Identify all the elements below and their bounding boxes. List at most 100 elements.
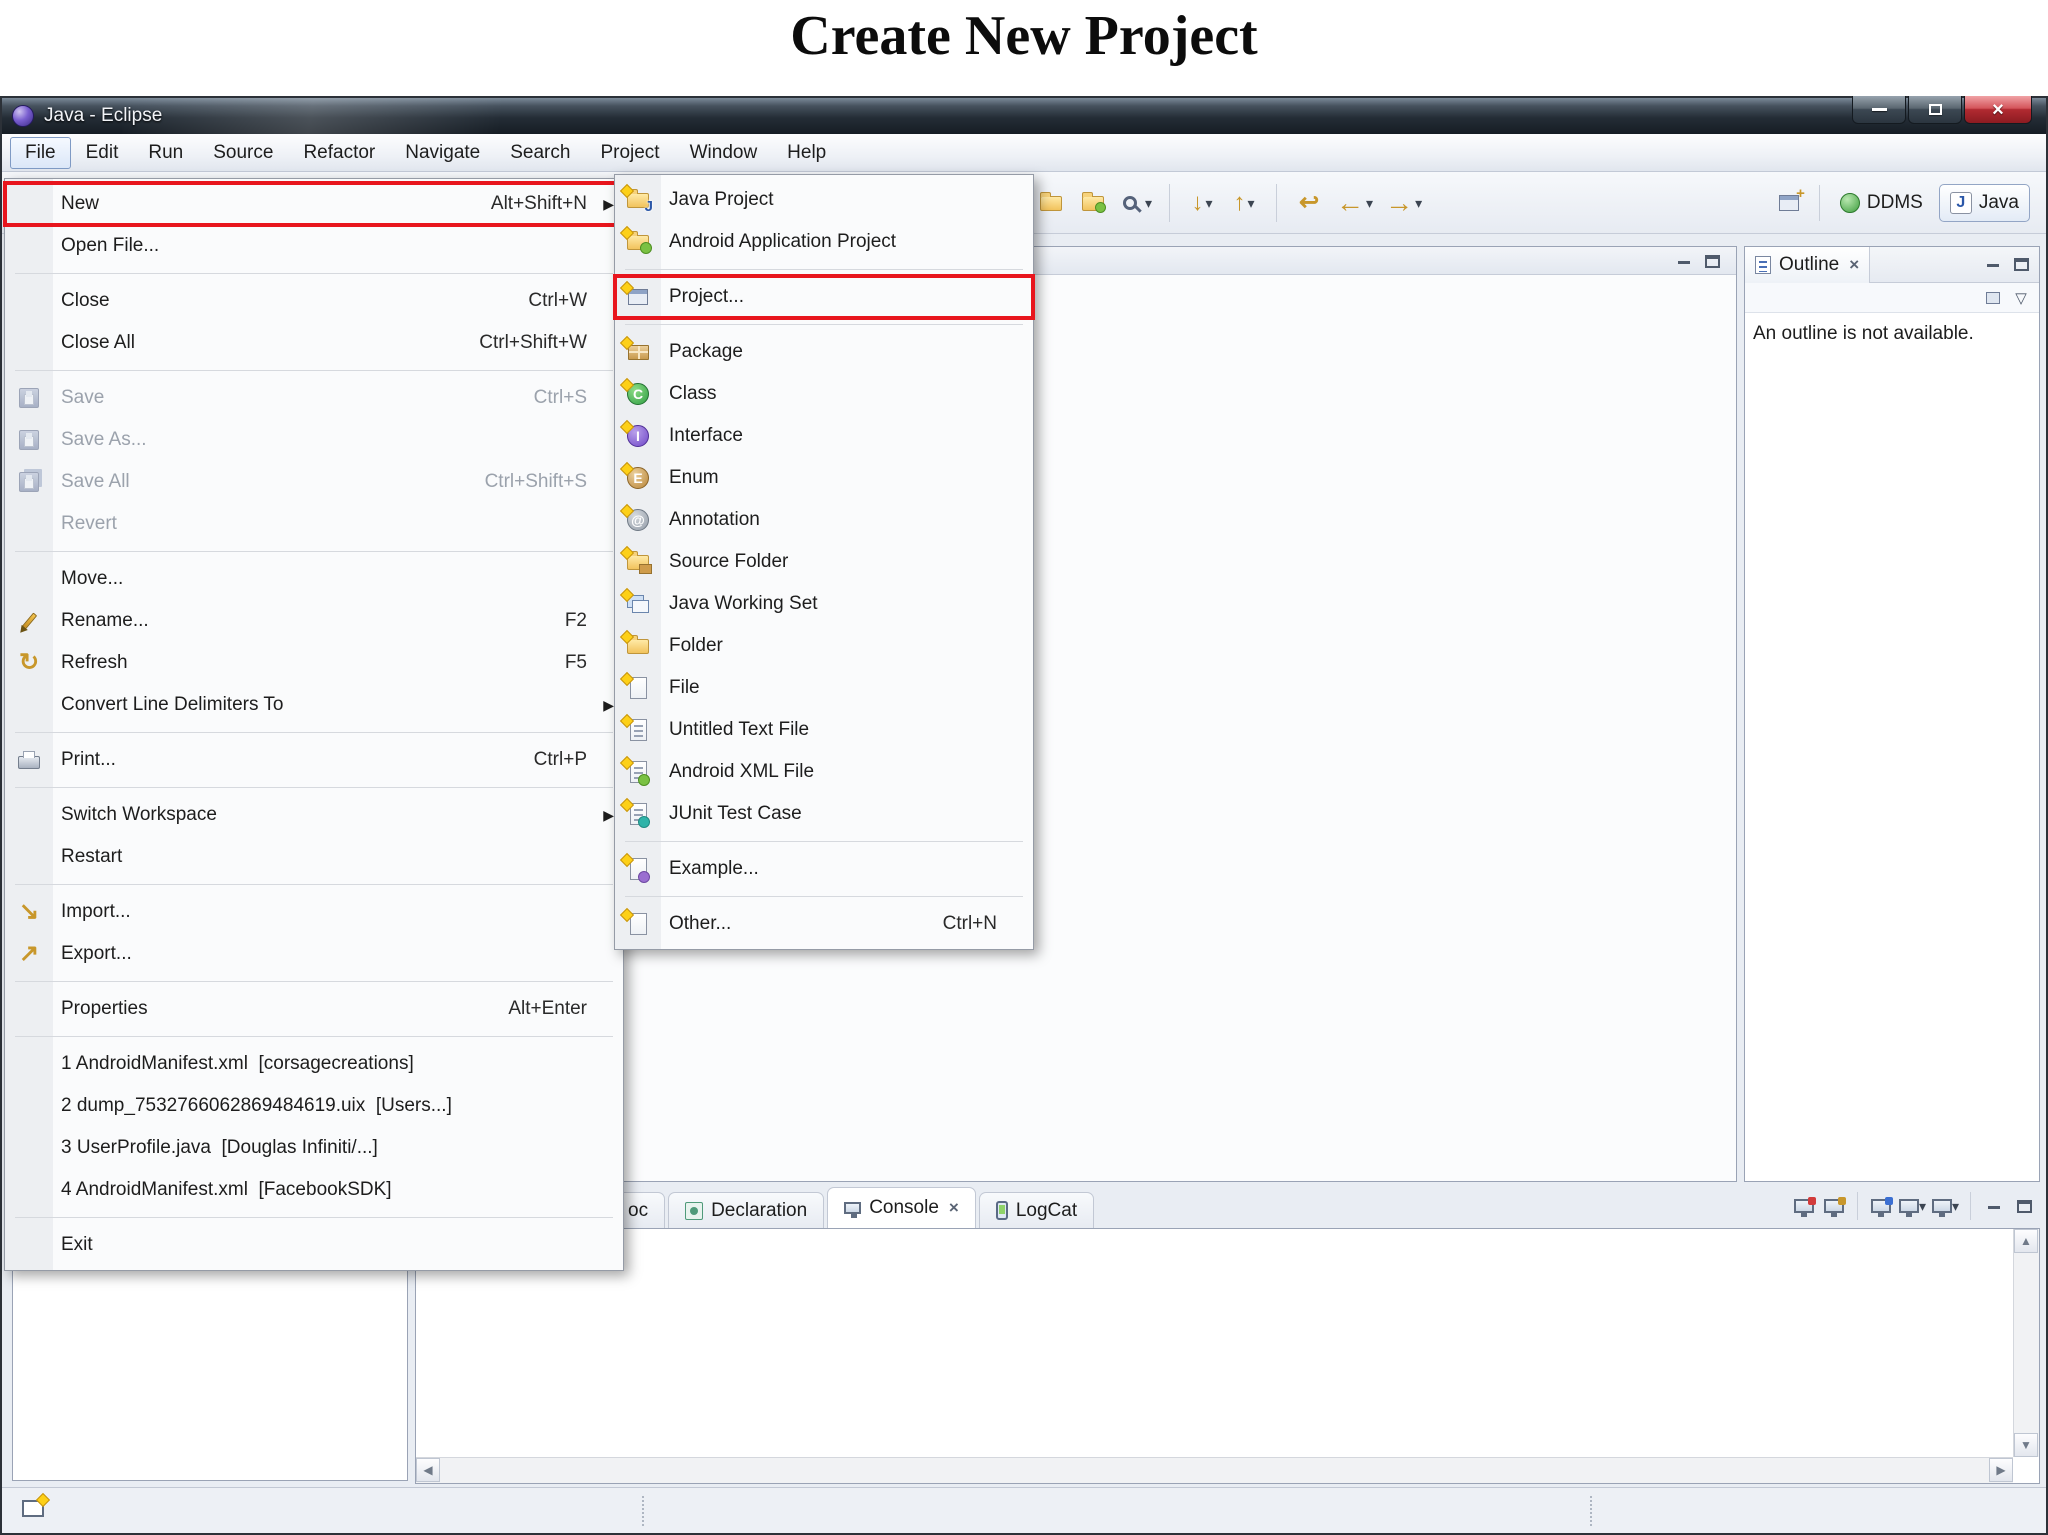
fast-view-icon[interactable] [22,1500,44,1517]
new-menu-item-example[interactable]: Example... [615,848,1033,890]
file-menu-item-properties[interactable]: Properties Alt+Enter [5,988,623,1030]
menu-separator [625,841,1023,842]
tab-declaration[interactable]: Declaration [668,1192,825,1228]
scroll-lock-button[interactable] [1822,1194,1846,1218]
new-menu-item-package[interactable]: Package [615,331,1033,373]
clear-console-icon [1793,1197,1816,1217]
menu-label: Source Folder [669,551,789,572]
minimize-panel-button[interactable] [1981,253,2005,277]
file-menu-item-move[interactable]: Move... [5,558,623,600]
new-menu-item-folder[interactable]: Folder [615,625,1033,667]
vertical-scrollbar[interactable]: ▲ ▼ [2013,1229,2039,1457]
new-menu-item-android-application-project[interactable]: Android Application Project [615,221,1033,263]
display-selected-console-button[interactable]: ▾ [1898,1194,1926,1218]
maximize-console-button[interactable] [2012,1194,2036,1218]
scroll-up-button[interactable]: ▲ [2014,1229,2038,1253]
file-menu-item-refresh[interactable]: ↻ Refresh F5 [5,642,623,684]
menubar-item-navigate[interactable]: Navigate [390,137,495,169]
scroll-right-button[interactable]: ▶ [1989,1458,2013,1482]
java-perspective-button[interactable]: Java [1938,184,2030,222]
maximize-editor-button[interactable] [1700,249,1724,273]
file-menu-item-new[interactable]: New Alt+Shift+N ▶ [3,181,625,227]
minimize-window-button[interactable] [1852,96,1906,124]
dropdown-icon: ▾ [1247,194,1255,211]
project-icon [625,284,651,310]
file-menu-item-import[interactable]: ↘ Import... [5,891,623,933]
file-menu-item-export[interactable]: ↗ Export... [5,933,623,975]
menubar-item-source[interactable]: Source [198,137,288,169]
file-menu-item-recent-2[interactable]: 2 dump_7532766062869484619.uix [Users...… [5,1085,623,1127]
file-menu-item-recent-1[interactable]: 1 AndroidManifest.xml [corsagecreations] [5,1043,623,1085]
open-element-button[interactable] [1074,181,1112,225]
file-menu-item-convert-line-delimiters[interactable]: Convert Line Delimiters To ▶ [5,684,623,726]
menu-label: Package [669,341,743,362]
previous-annotation-button[interactable]: ↑ ▾ [1225,181,1263,225]
file-menu-item-print[interactable]: Print... Ctrl+P [5,739,623,781]
close-tab-icon[interactable]: × [1849,255,1859,275]
file-menu-item-save-as[interactable]: Save As... [5,419,623,461]
menubar-item-search[interactable]: Search [495,137,585,169]
new-menu-item-java-project[interactable]: Java Project [615,179,1033,221]
dropdown-icon: ▾ [1205,194,1213,211]
menubar-item-file[interactable]: File [10,136,71,169]
menubar-item-run[interactable]: Run [133,137,198,169]
menubar-item-window[interactable]: Window [675,137,773,169]
minimize-console-button[interactable] [1982,1194,2006,1218]
file-menu-item-save-all[interactable]: Save All Ctrl+Shift+S [5,461,623,503]
minimize-editor-button[interactable] [1672,249,1696,273]
open-console-button[interactable]: ▾ [1931,1194,1959,1218]
file-menu-item-switch-workspace[interactable]: Switch Workspace ▶ [5,794,623,836]
new-menu-item-project[interactable]: Project... [613,274,1035,320]
scroll-down-button[interactable]: ▼ [2014,1433,2038,1457]
file-menu-item-close[interactable]: Close Ctrl+W [5,280,623,322]
search-button[interactable]: ▾ [1116,181,1156,225]
file-menu-item-revert[interactable]: Revert [5,503,623,545]
outline-sort-button[interactable] [1981,286,2005,310]
menubar-item-project[interactable]: Project [585,137,674,169]
pin-console-button[interactable] [1869,1194,1893,1218]
new-menu-item-android-xml-file[interactable]: Android XML File [615,751,1033,793]
new-menu-item-junit-test-case[interactable]: JUnit Test Case [615,793,1033,835]
new-menu-item-enum[interactable]: Enum [615,457,1033,499]
view-menu-button[interactable]: ▽ [2009,286,2033,310]
open-resource-button[interactable] [1032,181,1070,225]
ddms-perspective-button[interactable]: DDMS [1830,185,1933,221]
tab-console[interactable]: Console × [827,1187,976,1228]
forward-button[interactable]: → ▾ [1381,181,1426,225]
next-annotation-button[interactable]: ↓ ▾ [1183,181,1221,225]
file-menu-item-close-all[interactable]: Close All Ctrl+Shift+W [5,322,623,364]
menubar-item-refactor[interactable]: Refactor [288,137,390,169]
clear-console-button[interactable] [1792,1194,1816,1218]
file-menu-item-recent-4[interactable]: 4 AndroidManifest.xml [FacebookSDK] [5,1169,623,1211]
eclipse-logo-icon [12,105,34,127]
menubar-item-help[interactable]: Help [772,137,841,169]
file-menu-item-save[interactable]: Save Ctrl+S [5,377,623,419]
tab-logcat[interactable]: LogCat [978,1192,1095,1228]
back-button[interactable]: ← ▾ [1332,181,1377,225]
new-menu-item-annotation[interactable]: Annotation [615,499,1033,541]
new-menu-item-file[interactable]: File [615,667,1033,709]
file-menu-item-exit[interactable]: Exit [5,1224,623,1266]
horizontal-scrollbar[interactable]: ◀ ▶ [416,1457,2013,1483]
maximize-panel-button[interactable] [2009,253,2033,277]
new-menu-item-class[interactable]: Class [615,373,1033,415]
file-menu-item-rename[interactable]: Rename... F2 [5,600,623,642]
new-menu-item-untitled-text-file[interactable]: Untitled Text File [615,709,1033,751]
file-menu-item-restart[interactable]: Restart [5,836,623,878]
tab-outline[interactable]: Outline × [1745,246,1871,283]
new-menu-item-other[interactable]: Other... Ctrl+N [615,903,1033,945]
close-window-button[interactable]: × [1964,96,2032,124]
menubar-item-edit[interactable]: Edit [71,137,134,169]
scroll-left-button[interactable]: ◀ [416,1458,440,1482]
open-perspective-button[interactable] [1769,185,1809,218]
file-menu-item-recent-3[interactable]: 3 UserProfile.java [Douglas Infiniti/...… [5,1127,623,1169]
file-menu-item-open-file[interactable]: Open File... [5,225,623,267]
maximize-window-button[interactable] [1908,96,1962,124]
new-menu-item-interface[interactable]: Interface [615,415,1033,457]
close-tab-icon[interactable]: × [949,1198,959,1218]
new-menu-item-source-folder[interactable]: Source Folder [615,541,1033,583]
new-menu-item-java-working-set[interactable]: Java Working Set [615,583,1033,625]
menu-label: Revert [61,513,117,534]
last-edit-location-button[interactable]: ↩ [1290,181,1328,225]
menu-label: Exit [61,1234,93,1255]
